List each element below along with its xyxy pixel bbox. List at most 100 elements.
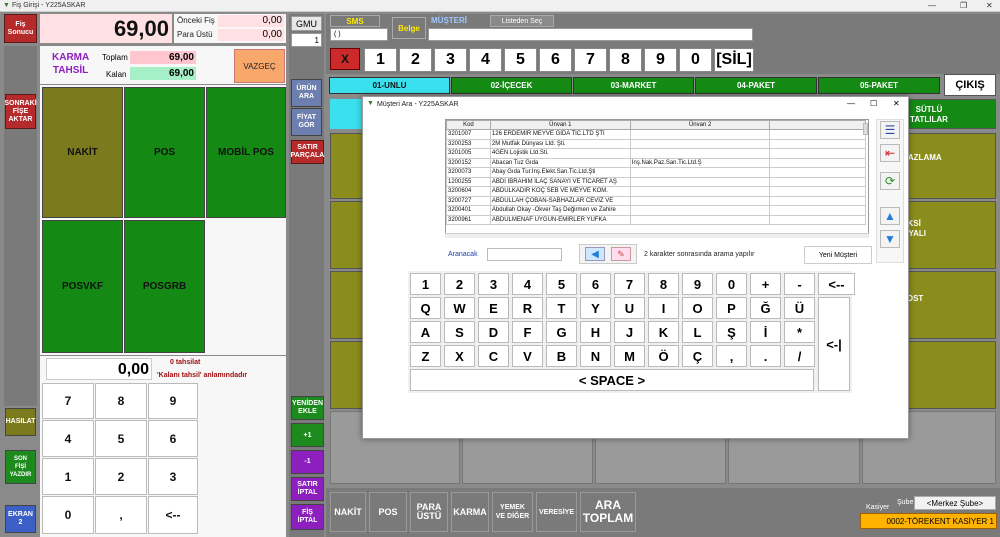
keyboard-key[interactable]: N [580, 345, 611, 367]
bottom-ara-toplam-button[interactable]: ARA TOPLAM [580, 492, 636, 532]
table-row[interactable]: 1200255 ABDİ İBRAHİM İLAÇ SANAYİ VE TİCAR… [446, 176, 866, 187]
keyboard-key[interactable]: Ğ [750, 297, 781, 319]
keyboard-key[interactable]: M [614, 345, 645, 367]
dialog-maximize-icon[interactable]: ☐ [870, 99, 877, 108]
bottom-nakit-button[interactable]: NAKİT [330, 492, 366, 532]
keyboard-key[interactable]: G [546, 321, 577, 343]
top-digit-8[interactable]: 8 [609, 48, 642, 72]
minimize-icon[interactable]: — [928, 0, 936, 12]
keyboard-key[interactable]: Ş [716, 321, 747, 343]
hasilat-button[interactable]: HASILAT [5, 408, 36, 436]
vazgec-button[interactable]: VAZGEÇ [234, 49, 285, 83]
keyboard-enter-key[interactable]: <-| [818, 297, 850, 391]
table-row[interactable]: 3201005 4GEN Lojistik Ltd.Sti. [446, 148, 866, 159]
musteri-field[interactable] [428, 28, 753, 41]
refresh-icon[interactable]: ⟳ [880, 172, 900, 190]
keyboard-key[interactable]: D [478, 321, 509, 343]
arrow-up-icon[interactable]: ▲ [880, 207, 900, 225]
top-digit-9[interactable]: 9 [644, 48, 677, 72]
close-icon[interactable]: ✕ [986, 0, 993, 12]
top-sil-button[interactable]: [SİL] [714, 48, 754, 72]
keyboard-key[interactable]: Q [410, 297, 441, 319]
keyboard-key[interactable]: 2 [444, 273, 475, 295]
search-input[interactable] [487, 248, 562, 261]
keyboard-key[interactable]: Ü [784, 297, 815, 319]
table-row[interactable]: 3200152 Abacan Tuz Gıda İnş.Nak.Paz.San.Ti… [446, 157, 866, 168]
top-digit-1[interactable]: 1 [364, 48, 397, 72]
numpad-key-7[interactable]: 7 [42, 383, 94, 419]
keyboard-key[interactable]: 3 [478, 273, 509, 295]
grid-vertical-scrollbar[interactable] [863, 123, 868, 135]
keyboard-key[interactable]: Y [580, 297, 611, 319]
column-header-kod[interactable]: Kod [446, 120, 491, 130]
keyboard-key[interactable]: Z [410, 345, 441, 367]
keyboard-key[interactable]: O [682, 297, 713, 319]
customer-grid[interactable]: Kod Ünvan 1 Ünvan 2 3201007 126 ERDEMİR M… [445, 119, 869, 237]
numpad-key-6[interactable]: 6 [148, 420, 198, 457]
bottom-yemek-button[interactable]: YEMEK VE DİĞER [492, 492, 533, 532]
son-fisi-yazdir-button[interactable]: SON FİŞİ YAZDIR [5, 450, 36, 484]
table-row[interactable]: 3200401 Abdullah Okay -Okver Taş Değirmen… [446, 205, 866, 216]
numpad-key-1[interactable]: 1 [42, 458, 94, 495]
yeni-musteri-button[interactable]: Yeni Müşteri [804, 246, 872, 264]
top-digit-3[interactable]: 3 [434, 48, 467, 72]
restore-icon[interactable]: ❐ [960, 0, 967, 12]
pos-payment-button[interactable]: POS [124, 87, 205, 218]
fis-iptal-button[interactable]: FİŞ İPTAL [291, 504, 324, 530]
keyboard-key[interactable]: İ [750, 321, 781, 343]
keyboard-key[interactable]: 7 [614, 273, 645, 295]
x-clear-button[interactable]: X [330, 48, 360, 70]
back-arrow-icon[interactable]: ◀ [585, 247, 605, 261]
top-digit-4[interactable]: 4 [469, 48, 502, 72]
dialog-close-icon[interactable]: ✕ [893, 99, 900, 108]
keyboard-key[interactable]: T [546, 297, 577, 319]
keyboard-key[interactable]: W [444, 297, 475, 319]
exit-door-icon[interactable]: ⇤ [880, 144, 900, 162]
satir-iptal-button[interactable]: SATIR İPTAL [291, 477, 324, 501]
column-header-unvan2[interactable]: Ünvan 2 [629, 120, 771, 130]
bottom-pos-button[interactable]: POS [369, 492, 407, 532]
product-cell-2[interactable] [330, 201, 366, 269]
top-digit-7[interactable]: 7 [574, 48, 607, 72]
keyboard-key[interactable]: P [716, 297, 747, 319]
keyboard-key[interactable]: L [682, 321, 713, 343]
product-cell-partial[interactable] [330, 99, 366, 129]
keyboard-key[interactable]: X [444, 345, 475, 367]
keyboard-key[interactable]: H [580, 321, 611, 343]
numpad-key-4[interactable]: 4 [42, 420, 94, 457]
tab-03-market[interactable]: 03-MARKET [573, 77, 694, 94]
plus-one-button[interactable]: +1 [291, 423, 324, 447]
keyboard-key[interactable]: A [410, 321, 441, 343]
bottom-karma-button[interactable]: KARMA [451, 492, 489, 532]
keyboard-key[interactable]: Ö [648, 345, 679, 367]
grid-horizontal-scrollbar[interactable] [445, 233, 869, 238]
keyboard-key[interactable]: . [750, 345, 781, 367]
nakit-payment-button[interactable]: NAKİT [42, 87, 123, 218]
keyboard-key[interactable]: E [478, 297, 509, 319]
keyboard-key[interactable]: K [648, 321, 679, 343]
keyboard-key[interactable]: I [648, 297, 679, 319]
dialog-minimize-icon[interactable]: — [847, 99, 855, 108]
tab-05-paket[interactable]: 05-PAKET [818, 77, 940, 94]
cikis-button[interactable]: ÇIKIŞ [944, 74, 996, 96]
tab-01-unlu[interactable]: 01-UNLU [329, 77, 450, 94]
keyboard-key[interactable]: 9 [682, 273, 713, 295]
table-row[interactable]: 3200253 2M Mutfak Dünyası Ltd. Şti. [446, 138, 866, 149]
sube-value[interactable]: <Merkez Şube> [914, 496, 996, 510]
top-digit-6[interactable]: 6 [539, 48, 572, 72]
numpad-key-8[interactable]: 8 [95, 383, 147, 419]
keyboard-key[interactable]: - [784, 273, 815, 295]
mobil-pos-payment-button[interactable]: MOBİL POS [206, 87, 286, 218]
table-row[interactable]: 3200727 ABDULLAH ÇOBAN-SABHAZLAR CEVİZ VE [446, 195, 866, 206]
keyboard-key[interactable]: 1 [410, 273, 441, 295]
keyboard-key[interactable]: U [614, 297, 645, 319]
sms-field[interactable]: ( ) [330, 28, 388, 41]
eraser-icon[interactable]: ✎ [611, 247, 631, 261]
minus-one-button[interactable]: -1 [291, 450, 324, 474]
yeniden-ekle-button[interactable]: YENİDEN EKLE [291, 396, 324, 420]
bottom-veresiye-button[interactable]: VERESİYE [536, 492, 577, 532]
keyboard-key[interactable]: J [614, 321, 645, 343]
product-cell-1[interactable] [330, 133, 366, 199]
keyboard-key[interactable]: Ç [682, 345, 713, 367]
posvkf-payment-button[interactable]: POSVKF [42, 220, 123, 353]
